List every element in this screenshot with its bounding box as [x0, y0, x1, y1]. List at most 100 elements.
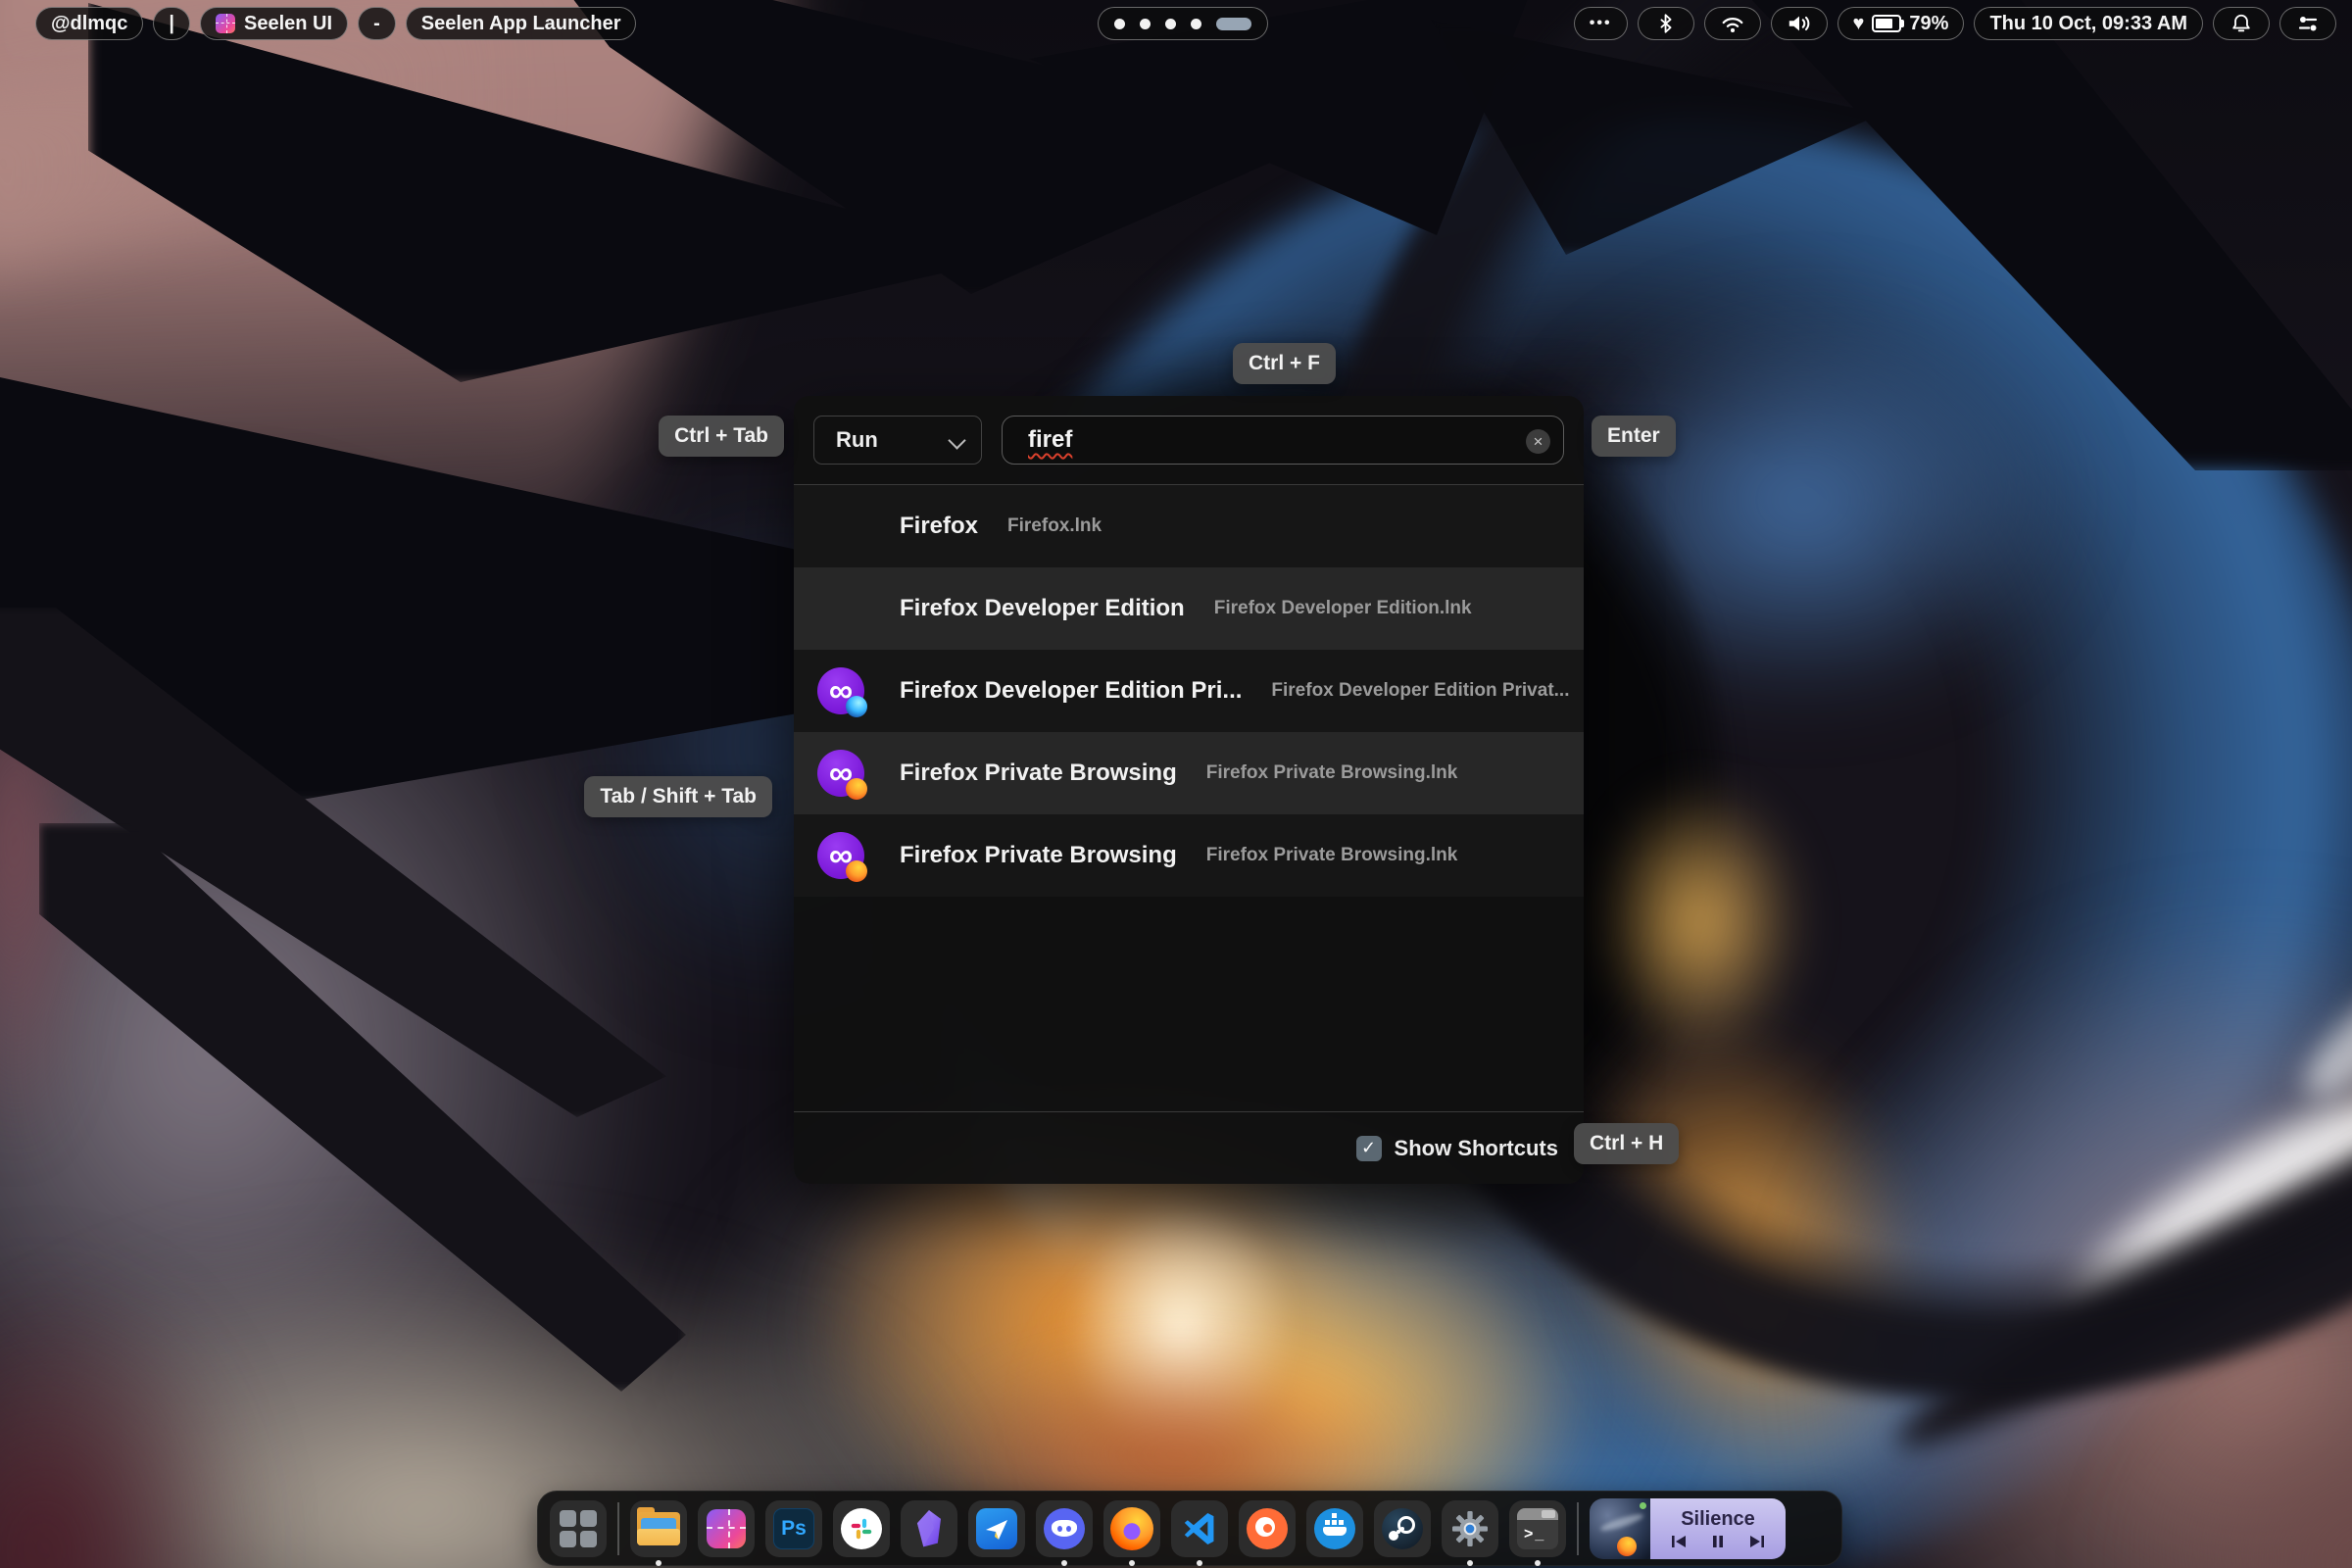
firefox-icon	[817, 503, 864, 550]
tooltip-focus-search: Ctrl + F	[1233, 343, 1336, 384]
quick-settings-button[interactable]	[2279, 7, 2336, 40]
toolbar-right-group: ••• ♥ 79% Thu 10 Oct, 09:33 AM	[1573, 7, 2336, 40]
workspace-dot[interactable]	[1140, 18, 1151, 29]
top-toolbar: @dlmqc | Seelen UI - Seelen App Launcher…	[0, 0, 2352, 47]
dock-item-steam[interactable]	[1374, 1499, 1431, 1557]
result-row-firefox-private[interactable]: ∞ Firefox Private Browsing Firefox Priva…	[794, 732, 1584, 814]
dock-item-file-explorer[interactable]	[630, 1499, 687, 1566]
dock-item-postman[interactable]	[1239, 1499, 1296, 1557]
docker-icon	[1314, 1507, 1355, 1549]
user-handle-pill[interactable]: @dlmqc	[35, 7, 144, 40]
bluetooth-button[interactable]	[1637, 7, 1694, 40]
dock-item-discord[interactable]	[1036, 1499, 1093, 1566]
steam-icon	[1382, 1507, 1423, 1549]
clear-search-button[interactable]: ×	[1526, 429, 1550, 454]
running-indicator	[1467, 1559, 1473, 1566]
tooltip-mode-switch: Ctrl + Tab	[659, 416, 784, 457]
media-player-widget[interactable]: Silience	[1590, 1497, 1786, 1559]
discord-icon	[1044, 1507, 1085, 1549]
firefox-developer-private-icon: ∞	[817, 667, 867, 717]
mode-select-value: Run	[836, 427, 878, 452]
workspace-switcher[interactable]	[1098, 7, 1268, 40]
pause-button[interactable]	[1712, 1535, 1724, 1548]
user-handle-label: @dlmqc	[51, 12, 128, 34]
heart-icon: ♥	[1852, 12, 1865, 34]
running-indicator	[1129, 1559, 1135, 1566]
dock-divider	[617, 1501, 619, 1555]
volume-button[interactable]	[1770, 7, 1828, 40]
result-row-firefox-developer[interactable]: Firefox Developer Edition Firefox Develo…	[794, 567, 1584, 650]
search-input[interactable]: firef ×	[1002, 416, 1564, 465]
running-indicator	[1197, 1559, 1202, 1566]
battery-percent: 79%	[1909, 12, 1949, 34]
seelen-ui-pill[interactable]: Seelen UI	[200, 7, 349, 40]
wifi-button[interactable]	[1703, 7, 1761, 40]
obsidian-icon	[910, 1508, 948, 1549]
battery-button[interactable]: ♥ 79%	[1837, 7, 1965, 40]
dock-item-slack[interactable]	[833, 1499, 890, 1557]
status-dot	[1640, 1501, 1646, 1509]
postman-icon	[1247, 1507, 1288, 1549]
speaker-icon	[1787, 11, 1812, 36]
launcher-header: Run firef ×	[794, 396, 1584, 484]
clock-label: Thu 10 Oct, 09:33 AM	[1989, 12, 2187, 34]
bluetooth-icon	[1653, 11, 1679, 36]
dock-item-seelen-ui[interactable]	[698, 1499, 755, 1557]
tooltip-toggle-shortcuts: Ctrl + H	[1574, 1123, 1680, 1164]
desktop: @dlmqc | Seelen UI - Seelen App Launcher…	[0, 0, 2352, 1568]
notifications-button[interactable]	[2213, 7, 2270, 40]
app-launcher-title-label: Seelen App Launcher	[420, 12, 621, 34]
dock-item-vscode[interactable]	[1171, 1499, 1228, 1566]
launcher-footer: ✓ Show Shortcuts	[794, 1112, 1584, 1184]
firefox-icon	[1110, 1506, 1153, 1550]
workspace-dot[interactable]	[1191, 18, 1201, 29]
toggles-icon	[2295, 11, 2321, 36]
terminal-icon: >_	[1517, 1507, 1558, 1549]
app-launcher-title-pill[interactable]: Seelen App Launcher	[405, 7, 637, 40]
firefox-private-icon: ∞	[817, 832, 867, 882]
result-row-firefox[interactable]: Firefox Firefox.lnk	[794, 485, 1584, 567]
dash-pill[interactable]: -	[358, 7, 396, 40]
result-row-firefox-private-2[interactable]: ∞ Firefox Private Browsing Firefox Priva…	[794, 814, 1584, 897]
seelen-logo-icon	[707, 1508, 746, 1548]
media-panel: Silience	[1650, 1497, 1786, 1559]
dock-item-photoshop[interactable]: Ps	[765, 1499, 822, 1557]
bell-icon	[2229, 11, 2254, 36]
media-controls	[1671, 1535, 1765, 1548]
separator-pill[interactable]: |	[153, 7, 191, 40]
toolbar-left-group: @dlmqc | Seelen UI - Seelen App Launcher	[35, 7, 637, 40]
results-list: Firefox Firefox.lnk Firefox Developer Ed…	[794, 485, 1584, 897]
more-options-button[interactable]: •••	[1573, 7, 1628, 40]
dock-item-terminal[interactable]: >_	[1509, 1499, 1566, 1566]
dock-item-obsidian[interactable]	[901, 1499, 957, 1557]
show-shortcuts-checkbox[interactable]: ✓	[1355, 1135, 1382, 1161]
previous-button[interactable]	[1671, 1535, 1687, 1548]
workspace-active-indicator[interactable]	[1216, 17, 1251, 30]
wifi-icon	[1720, 11, 1745, 36]
running-indicator	[1061, 1559, 1067, 1566]
album-art	[1590, 1497, 1650, 1559]
paper-plane-icon	[976, 1507, 1017, 1549]
workspace-dot[interactable]	[1114, 18, 1125, 29]
dock-item-settings[interactable]	[1442, 1499, 1498, 1566]
dock-item-firefox[interactable]	[1103, 1499, 1160, 1566]
workspace-dot[interactable]	[1165, 18, 1176, 29]
slack-icon	[841, 1507, 882, 1549]
firefox-badge-icon	[1617, 1536, 1637, 1556]
next-button[interactable]	[1749, 1535, 1765, 1548]
firefox-badge-icon	[846, 860, 867, 882]
dock-item-mail[interactable]	[968, 1499, 1025, 1557]
check-icon: ✓	[1361, 1138, 1377, 1157]
clock-button[interactable]: Thu 10 Oct, 09:33 AM	[1974, 7, 2203, 40]
result-row-firefox-developer-private[interactable]: ∞ Firefox Developer Edition Pri... Firef…	[794, 650, 1584, 732]
mode-select[interactable]: Run	[813, 416, 982, 465]
dock-item-app-grid[interactable]	[550, 1499, 607, 1557]
dock-item-docker[interactable]	[1306, 1499, 1363, 1557]
chevron-down-icon	[948, 431, 966, 450]
folder-icon	[637, 1506, 680, 1545]
clear-icon: ×	[1533, 431, 1544, 451]
dock-divider	[1577, 1501, 1579, 1555]
tooltip-navigate: Tab / Shift + Tab	[584, 776, 772, 817]
running-indicator	[656, 1559, 662, 1566]
tooltip-run: Enter	[1592, 416, 1676, 457]
